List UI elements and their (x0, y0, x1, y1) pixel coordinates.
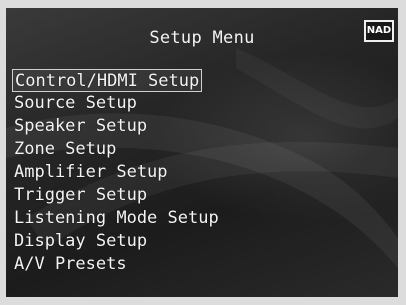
menu-item-amplifier-setup[interactable]: Amplifier Setup (12, 161, 221, 184)
menu-item-av-presets[interactable]: A/V Presets (12, 253, 221, 276)
menu-item-control-hdmi-setup[interactable]: Control/HDMI Setup (12, 69, 203, 92)
menu-item-speaker-setup[interactable]: Speaker Setup (12, 115, 221, 138)
menu-item-display-setup[interactable]: Display Setup (12, 230, 221, 253)
menu-item-source-setup[interactable]: Source Setup (12, 92, 221, 115)
menu-item-zone-setup[interactable]: Zone Setup (12, 138, 221, 161)
setup-menu-list: Control/HDMI Setup Source Setup Speaker … (12, 69, 221, 276)
device-frame: Setup Menu NAD Control/HDMI Setup Source… (0, 0, 406, 305)
osd-screen: Setup Menu NAD Control/HDMI Setup Source… (6, 8, 398, 297)
screen-title: Setup Menu (149, 28, 255, 48)
menu-item-listening-mode-setup[interactable]: Listening Mode Setup (12, 207, 221, 230)
nad-logo: NAD (364, 20, 394, 42)
menu-item-trigger-setup[interactable]: Trigger Setup (12, 184, 221, 207)
